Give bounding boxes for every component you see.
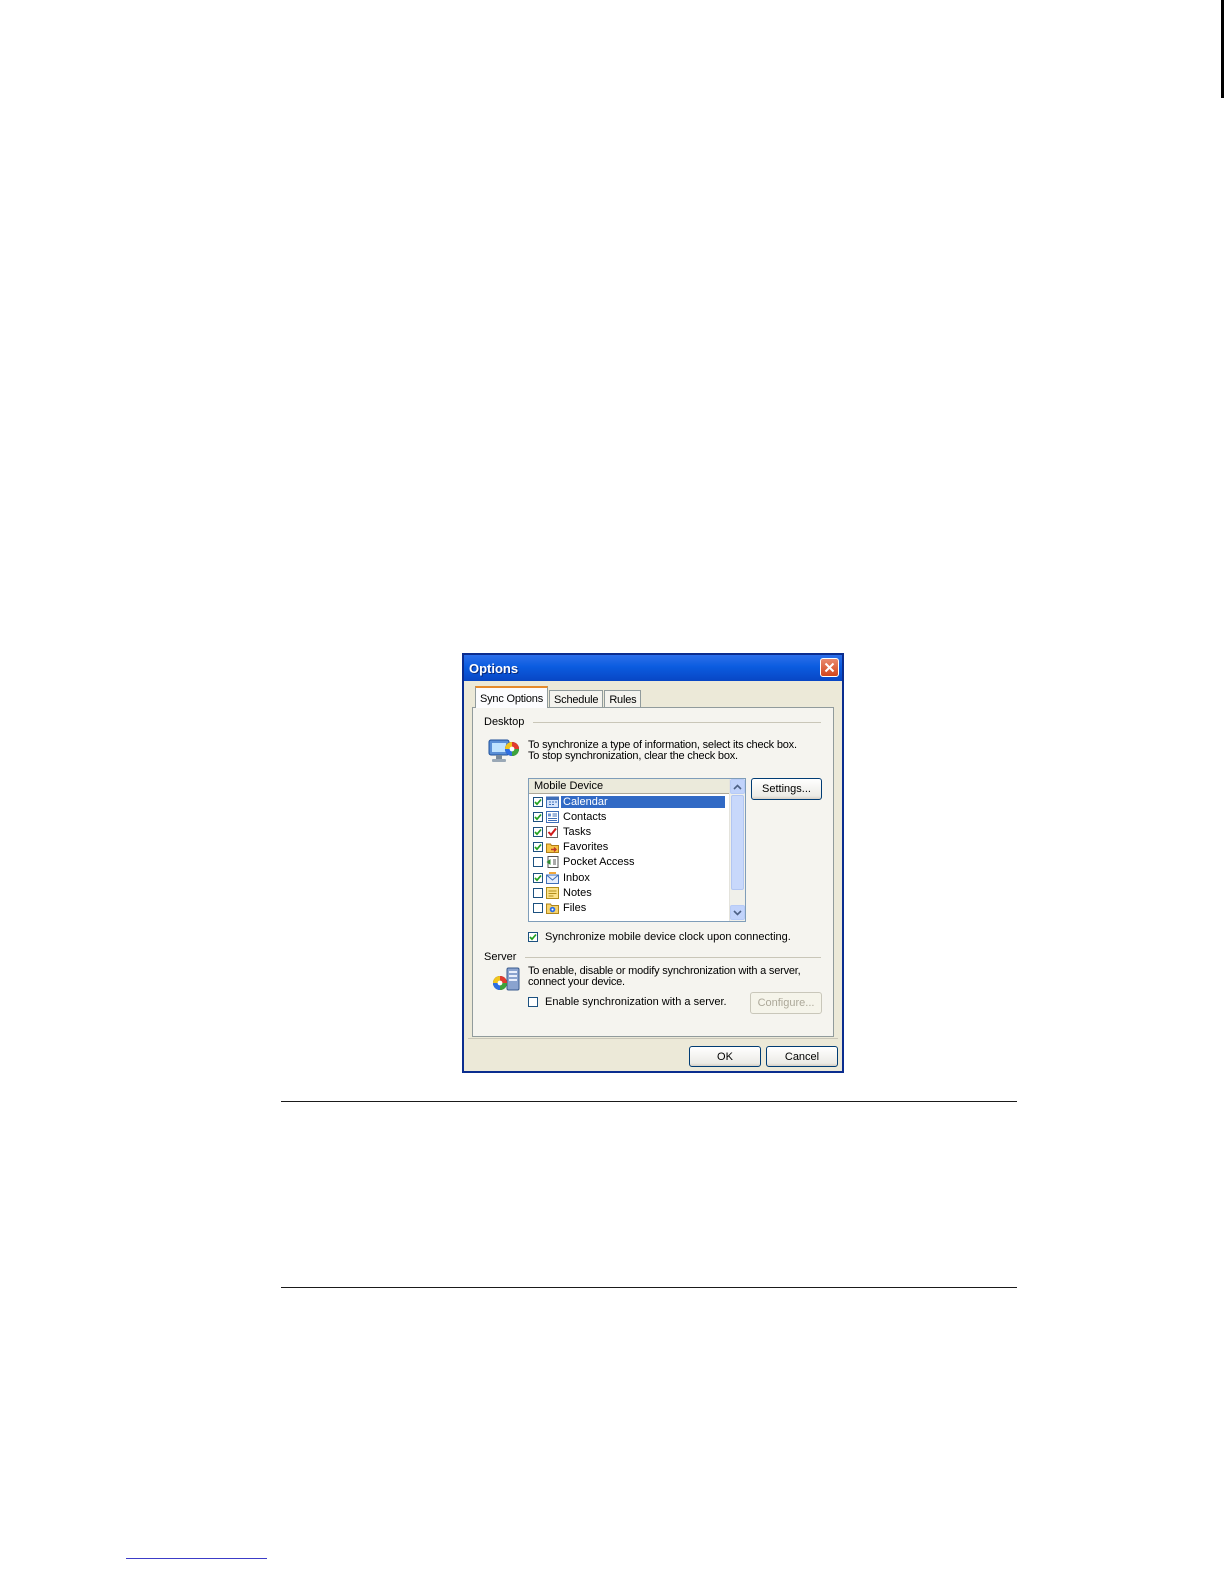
check-icon — [534, 874, 542, 882]
list-rows: Calendar Contacts Tasks Favorites Pocket Acc… — [529, 794, 745, 916]
desktop-instruction-line-2: To stop synchronization, clear the check… — [528, 750, 738, 762]
contacts-icon — [546, 810, 559, 823]
tasks-icon — [546, 825, 559, 838]
close-button[interactable] — [820, 658, 839, 677]
list-item[interactable]: Favorites — [529, 840, 745, 855]
server-group-divider — [525, 957, 821, 958]
cancel-button[interactable]: Cancel — [766, 1046, 838, 1067]
ok-button[interactable]: OK — [689, 1046, 761, 1067]
server-instructions: To enable, disable or modify synchroniza… — [528, 966, 801, 988]
item-checkbox[interactable] — [533, 811, 543, 822]
item-checkbox[interactable] — [533, 857, 543, 868]
list-scrollbar[interactable] — [729, 779, 745, 921]
item-checkbox[interactable] — [533, 872, 543, 883]
chevron-down-icon — [733, 909, 742, 916]
item-checkbox[interactable] — [533, 826, 543, 837]
desktop-instructions: To synchronize a type of information, se… — [528, 740, 797, 762]
list-item[interactable]: Pocket Access — [529, 855, 745, 870]
server-sync-checkbox-row[interactable]: Enable synchronization with a server. — [528, 996, 727, 1008]
calendar-icon — [546, 796, 559, 808]
sync-options-panel: Desktop To synchronize a type of informa… — [472, 707, 834, 1037]
check-icon — [534, 844, 542, 851]
scroll-down-button[interactable] — [730, 905, 745, 920]
footer-link-underline — [126, 1558, 267, 1559]
server-sync-checkbox[interactable] — [528, 997, 538, 1007]
tab-strip: Sync Options Schedule Rules — [475, 686, 642, 708]
item-label: Pocket Access — [563, 856, 635, 869]
list-item[interactable]: Inbox — [529, 870, 745, 885]
server-group-label: Server — [484, 951, 521, 963]
desktop-group-label: Desktop — [484, 716, 529, 728]
list-item[interactable]: Tasks — [529, 824, 745, 839]
title-bar[interactable]: Options — [464, 655, 842, 681]
item-label: Favorites — [563, 841, 609, 854]
item-checkbox[interactable] — [533, 796, 543, 807]
item-label: Calendar — [561, 795, 725, 808]
tab-sync-options[interactable]: Sync Options — [475, 686, 549, 708]
item-checkbox[interactable] — [533, 842, 543, 853]
settings-button[interactable]: Settings... — [751, 778, 822, 800]
inbox-icon — [546, 871, 559, 884]
item-checkbox[interactable] — [533, 902, 543, 913]
check-icon — [534, 798, 542, 806]
check-icon — [534, 813, 542, 821]
files-icon — [546, 902, 559, 914]
item-label: Inbox — [563, 871, 590, 884]
pocket-access-icon — [546, 856, 559, 869]
favorites-icon — [546, 841, 559, 854]
item-label: Notes — [563, 886, 592, 899]
item-label: Tasks — [563, 825, 592, 838]
footer-divider — [468, 1038, 838, 1039]
server-instruction-line-2: connect your device. — [528, 976, 625, 988]
server-sync-label: Enable synchronization with a server. — [545, 996, 727, 1008]
server-sync-icon — [490, 966, 524, 999]
close-icon — [824, 662, 835, 673]
clock-sync-checkbox-row[interactable]: Synchronize mobile device clock upon con… — [528, 931, 791, 943]
chevron-up-icon — [733, 783, 742, 790]
tab-schedule[interactable]: Schedule — [549, 690, 604, 708]
list-column-header[interactable]: Mobile Device — [529, 779, 730, 794]
desktop-group-divider — [533, 722, 821, 723]
notes-icon — [546, 886, 559, 899]
list-item[interactable]: Contacts — [529, 809, 745, 824]
list-item[interactable]: Files — [529, 900, 745, 915]
list-item[interactable]: Calendar — [529, 794, 745, 809]
check-icon — [534, 828, 542, 836]
desktop-sync-icon — [487, 736, 521, 773]
options-dialog: Options Sync Options Schedule Rules Desk… — [462, 653, 844, 1073]
clock-sync-label: Synchronize mobile device clock upon con… — [545, 931, 791, 943]
clock-sync-checkbox[interactable] — [528, 932, 538, 942]
tab-rules[interactable]: Rules — [604, 690, 642, 708]
bottom-rule — [281, 1287, 1017, 1288]
item-label: Files — [563, 901, 587, 914]
list-item[interactable]: Notes — [529, 885, 745, 900]
scroll-thumb[interactable] — [731, 795, 744, 890]
scroll-up-button[interactable] — [730, 779, 745, 794]
top-rule — [281, 1101, 1017, 1102]
window-title: Options — [469, 660, 519, 676]
check-icon — [529, 933, 537, 941]
mobile-device-list[interactable]: Mobile Device Calendar Contacts Tasks Favor… — [528, 778, 746, 922]
item-label: Contacts — [563, 810, 607, 823]
item-checkbox[interactable] — [533, 887, 543, 898]
configure-button[interactable]: Configure... — [750, 992, 822, 1014]
